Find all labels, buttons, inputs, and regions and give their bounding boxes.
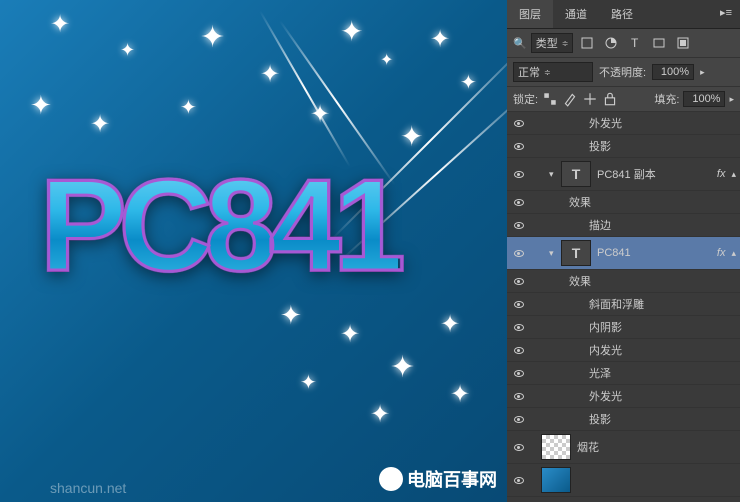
visibility-toggle[interactable]: [511, 319, 527, 335]
effect-name[interactable]: 外发光: [589, 115, 736, 131]
visibility-toggle[interactable]: [511, 472, 527, 488]
visibility-toggle[interactable]: [511, 166, 527, 182]
filter-row: 🔍 类型≑ T: [507, 29, 740, 58]
layer-row[interactable]: 效果: [507, 270, 740, 293]
visibility-toggle[interactable]: [511, 194, 527, 210]
filter-adjust-icon[interactable]: [601, 34, 621, 52]
filter-type-dropdown[interactable]: 类型≑: [531, 33, 574, 53]
effect-name[interactable]: 内阴影: [589, 319, 736, 335]
effect-name[interactable]: 投影: [589, 138, 736, 154]
lock-paint-icon[interactable]: [562, 91, 578, 107]
layer-thumbnail[interactable]: [541, 467, 571, 493]
layer-row[interactable]: 投影: [507, 408, 740, 431]
layers-list[interactable]: 外发光投影▾TPC841 副本fx▴效果描边▾TPC841fx▴效果斜面和浮雕内…: [507, 112, 740, 502]
document-canvas[interactable]: ✦ ✦ ✦ ✦ ✦ ✦ ✦ ✦ ✦ ✦ ✦ ✦ ✦ ✦ ✦ ✦ ✦ ✦ ✦ ✦ …: [0, 0, 507, 502]
fx-badge[interactable]: fx: [717, 168, 726, 180]
layer-name[interactable]: PC841 副本: [597, 166, 717, 182]
filter-pixel-icon[interactable]: [577, 34, 597, 52]
layer-row[interactable]: ▾T PC841fx ▴: [507, 237, 740, 270]
fill-slider-icon[interactable]: ▸: [729, 94, 734, 105]
lock-row: 锁定: 填充: 100% ▸: [507, 87, 740, 112]
effects-header: 效果: [569, 194, 736, 210]
fill-label: 填充:: [654, 91, 679, 107]
effects-header: 效果: [569, 273, 736, 289]
layer-row[interactable]: 光泽: [507, 362, 740, 385]
blend-mode-dropdown[interactable]: 正常≑: [513, 62, 593, 82]
effect-name[interactable]: 光泽: [589, 365, 736, 381]
visibility-toggle[interactable]: [511, 273, 527, 289]
layer-row[interactable]: [507, 464, 740, 497]
opacity-input[interactable]: 100%: [652, 64, 694, 80]
fx-collapse-icon[interactable]: ▴: [731, 248, 736, 259]
visibility-toggle[interactable]: [511, 365, 527, 381]
tab-layers[interactable]: 图层: [507, 0, 553, 28]
visibility-toggle[interactable]: [511, 217, 527, 233]
visibility-toggle[interactable]: [511, 439, 527, 455]
search-icon: 🔍: [513, 37, 527, 50]
effect-name[interactable]: 外发光: [589, 388, 736, 404]
layer-row[interactable]: 内阴影: [507, 316, 740, 339]
watermark-url: shancun.net: [50, 480, 126, 496]
layer-row[interactable]: 效果: [507, 191, 740, 214]
effect-name[interactable]: 投影: [589, 411, 736, 427]
layer-row[interactable]: 烟花: [507, 431, 740, 464]
visibility-toggle[interactable]: [511, 411, 527, 427]
tab-channels[interactable]: 通道: [553, 0, 599, 28]
lock-label: 锁定:: [513, 91, 538, 107]
text-effect: PC841: [40, 150, 398, 300]
blend-row: 正常≑ 不透明度: 100% ▸: [507, 58, 740, 87]
panel-tabs: 图层 通道 路径 ▸≡: [507, 0, 740, 29]
fx-collapse-icon[interactable]: ▴: [731, 169, 736, 180]
lock-position-icon[interactable]: [582, 91, 598, 107]
fx-badge[interactable]: fx: [717, 247, 726, 259]
layer-row[interactable]: 投影: [507, 135, 740, 158]
effect-name[interactable]: 描边: [589, 217, 736, 233]
fill-input[interactable]: 100%: [683, 91, 725, 107]
layer-row[interactable]: ▾T PC841 副本fx ▴: [507, 158, 740, 191]
watermark-icon: [379, 467, 403, 491]
expand-arrow-icon[interactable]: ▾: [549, 169, 559, 180]
svg-text:T: T: [631, 36, 639, 50]
layer-name[interactable]: 烟花: [577, 439, 736, 455]
visibility-toggle[interactable]: [511, 296, 527, 312]
layer-row[interactable]: 斜面和浮雕: [507, 293, 740, 316]
text-layer-icon: T: [561, 161, 591, 187]
filter-text-icon[interactable]: T: [625, 34, 645, 52]
effect-name[interactable]: 斜面和浮雕: [589, 296, 736, 312]
opacity-slider-icon[interactable]: ▸: [700, 67, 705, 78]
layer-row[interactable]: 外发光: [507, 112, 740, 135]
filter-shape-icon[interactable]: [649, 34, 669, 52]
effect-name[interactable]: 内发光: [589, 342, 736, 358]
panel-menu-icon[interactable]: ▸≡: [712, 0, 740, 28]
filter-smart-icon[interactable]: [673, 34, 693, 52]
watermark: 电脑百事网: [379, 466, 497, 492]
layer-thumbnail[interactable]: [541, 434, 571, 460]
opacity-label: 不透明度:: [599, 64, 646, 80]
tab-paths[interactable]: 路径: [599, 0, 645, 28]
layer-name[interactable]: PC841: [597, 247, 717, 259]
visibility-toggle[interactable]: [511, 388, 527, 404]
lock-transparent-icon[interactable]: [542, 91, 558, 107]
visibility-toggle[interactable]: [511, 115, 527, 131]
text-layer-icon: T: [561, 240, 591, 266]
layer-row[interactable]: 内发光: [507, 339, 740, 362]
visibility-toggle[interactable]: [511, 245, 527, 261]
lock-all-icon[interactable]: [602, 91, 618, 107]
visibility-toggle[interactable]: [511, 138, 527, 154]
visibility-toggle[interactable]: [511, 342, 527, 358]
layer-row[interactable]: 描边: [507, 214, 740, 237]
layers-panel: 图层 通道 路径 ▸≡ 🔍 类型≑ T 正常≑ 不透明度: 100% ▸ 锁定:…: [507, 0, 740, 502]
layer-row[interactable]: 外发光: [507, 385, 740, 408]
expand-arrow-icon[interactable]: ▾: [549, 248, 559, 259]
